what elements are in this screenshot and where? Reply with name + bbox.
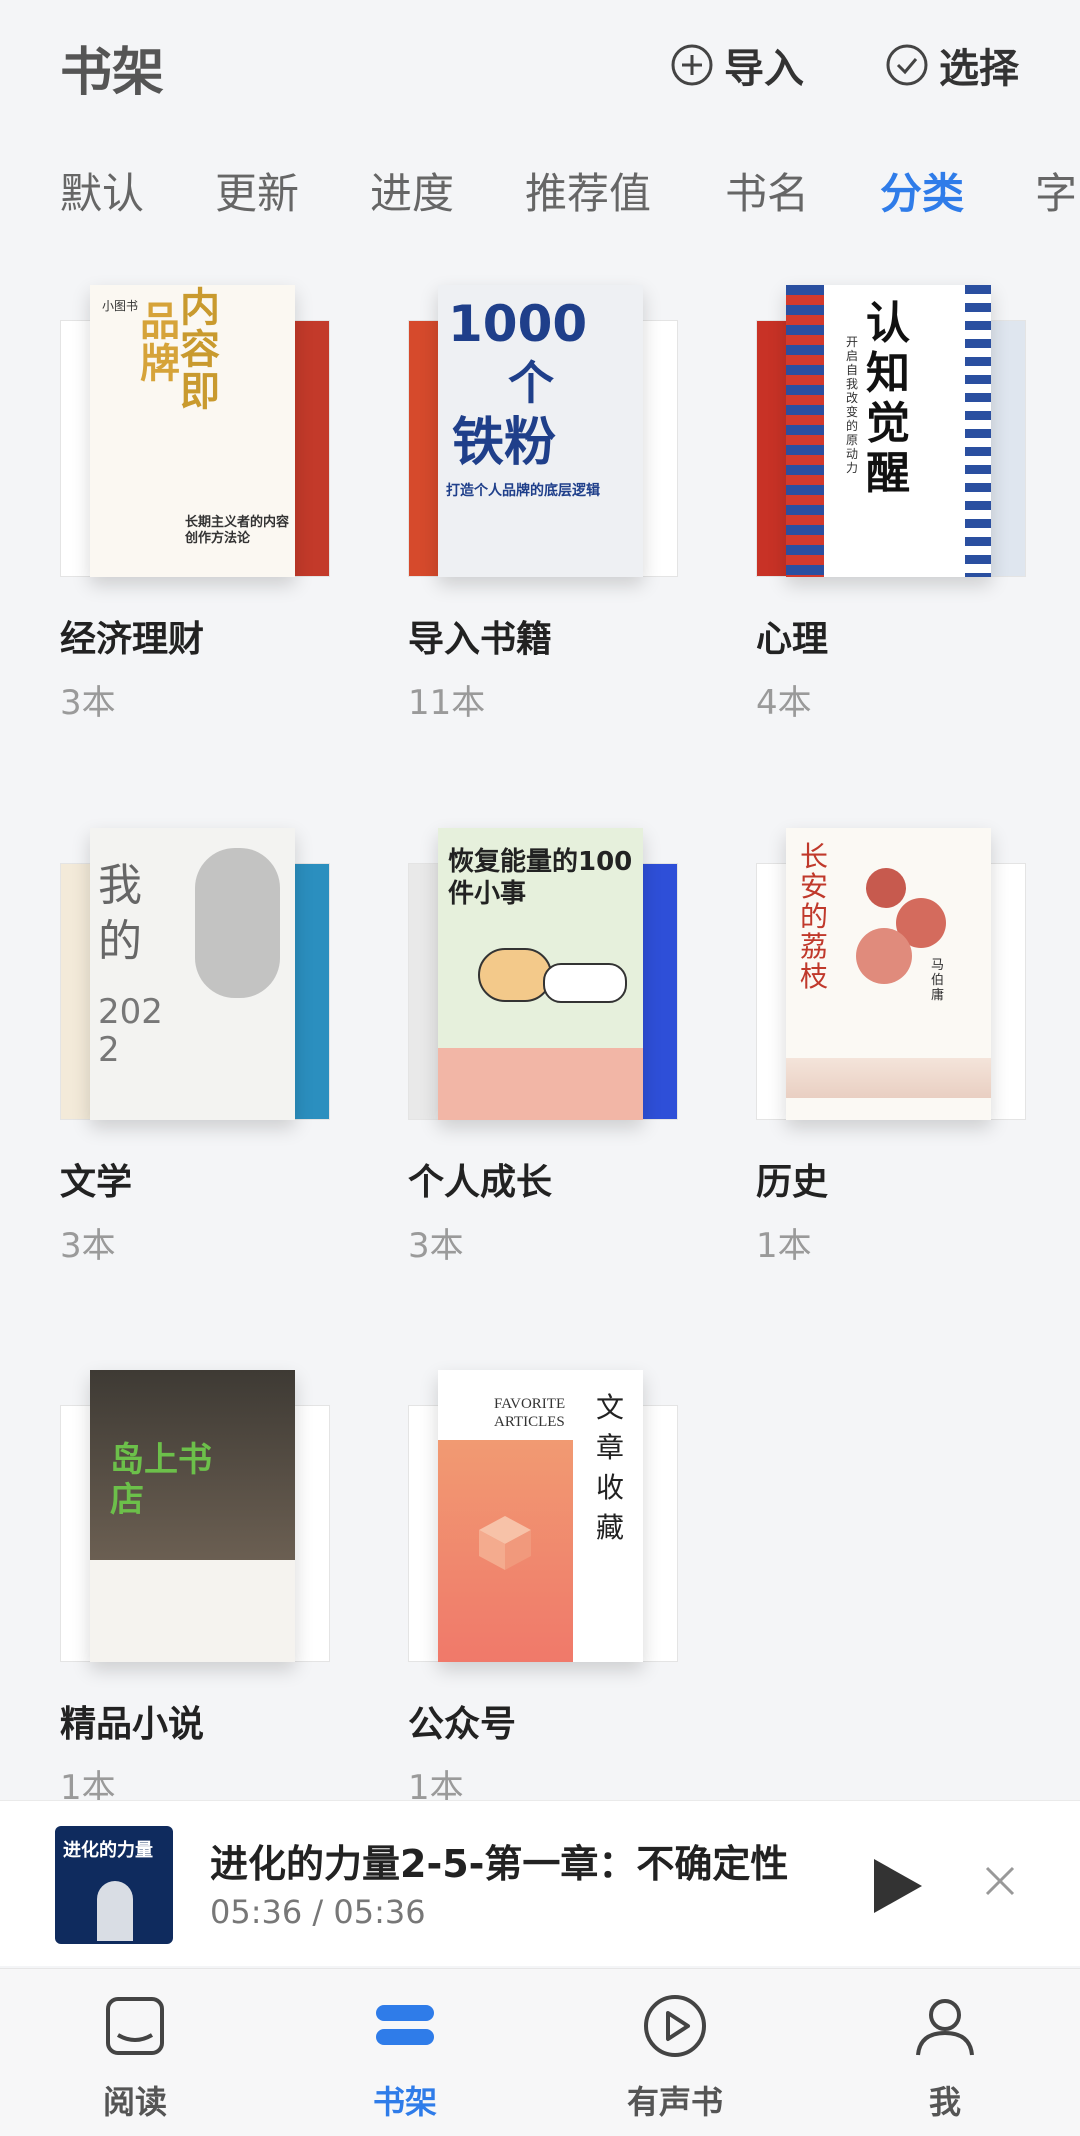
person-icon [916, 1999, 974, 2056]
category-count: 3本 [408, 1226, 464, 1266]
category-count: 1本 [756, 1226, 812, 1266]
category-name: 个人成长 [408, 1162, 553, 1203]
category-item-psychology[interactable]: 认知觉醒 开启自我改变的原动力 心理 4本 [756, 285, 1026, 725]
import-label: 导入 [724, 46, 804, 92]
sort-tab-updated[interactable]: 更新 [215, 160, 299, 221]
category-name: 公众号 [408, 1704, 517, 1745]
sort-tab-recommend[interactable]: 推荐值 [525, 160, 651, 221]
tab-bookshelf[interactable]: 书架 [305, 1969, 505, 2136]
book-cover: 我的 2022 [90, 828, 295, 1120]
tab-label: 阅读 [102, 2083, 167, 2121]
sort-tabs: 默认 更新 进度 推荐值 书名 分类 字 [0, 150, 1080, 230]
book-cover: 认知觉醒 开启自我改变的原动力 [786, 285, 991, 577]
sort-tab-title[interactable]: 书名 [725, 160, 809, 221]
book-cover: 岛上书店 [90, 1370, 295, 1662]
select-label: 选择 [939, 46, 1019, 92]
audio-thumbnail: 进化的力量 [55, 1826, 173, 1944]
book-cover: 1000 个 铁粉 打造个人品牌的底层逻辑 [438, 285, 643, 577]
category-item-literature[interactable]: 我的 2022 文学 3本 [60, 828, 330, 1268]
category-count: 3本 [60, 1226, 116, 1266]
category-item-imported[interactable]: 1000 个 铁粉 打造个人品牌的底层逻辑 导入书籍 11本 [408, 285, 678, 725]
cover-stack: 恢复能量的100件小事 [408, 828, 678, 1128]
category-item-growth[interactable]: 恢复能量的100件小事 个人成长 3本 [408, 828, 678, 1268]
sort-tab-word[interactable]: 字 [1035, 160, 1077, 221]
play-circle-icon [644, 1995, 706, 2057]
bookshelf-icon [376, 2005, 434, 2045]
book-cover: 小图书 内容即 品牌 长期主义者的内容创作方法论 [90, 285, 295, 577]
cube-icon [479, 1516, 531, 1570]
import-button[interactable]: 导入 [670, 40, 804, 92]
cover-stack: 长安的荔枝 马伯庸 [756, 828, 1026, 1128]
plus-circle-icon [671, 44, 713, 86]
category-name: 文学 [60, 1162, 133, 1203]
check-circle-icon [886, 44, 928, 86]
tab-label: 有声书 [626, 2083, 723, 2121]
category-item-history[interactable]: 长安的荔枝 马伯庸 历史 1本 [756, 828, 1026, 1268]
player-title: 进化的力量2-5-第一章：不确定性 [210, 1842, 789, 1886]
page-title: 书架 [60, 43, 165, 103]
category-name: 导入书籍 [408, 619, 553, 660]
tab-label: 书架 [372, 2083, 437, 2121]
tab-read[interactable]: 阅读 [35, 1969, 235, 2136]
cover-stack: 认知觉醒 开启自我改变的原动力 [756, 285, 1026, 585]
category-count: 3本 [60, 683, 116, 723]
player-time: 05:36 / 05:36 [210, 1893, 426, 1931]
cover-stack: FAVORITE ARTICLES 文章收藏 [408, 1370, 678, 1670]
category-name: 经济理财 [60, 619, 205, 660]
category-item-fiction[interactable]: 岛上书店 精品小说 1本 [60, 1370, 330, 1810]
sort-tab-category[interactable]: 分类 [880, 160, 964, 221]
category-count: 11本 [408, 683, 486, 723]
book-cover: FAVORITE ARTICLES 文章收藏 [438, 1370, 643, 1662]
category-item-finance[interactable]: 小图书 内容即 品牌 长期主义者的内容创作方法论 经济理财 3本 [60, 285, 330, 725]
cover-stack: 岛上书店 [60, 1370, 330, 1670]
book-cover: 恢复能量的100件小事 [438, 828, 643, 1120]
category-name: 心理 [756, 619, 829, 660]
close-icon[interactable] [975, 1856, 1025, 1906]
sort-tab-progress[interactable]: 进度 [370, 160, 454, 221]
category-count: 4本 [756, 683, 812, 723]
tab-audiobook[interactable]: 有声书 [575, 1969, 775, 2136]
cover-stack: 我的 2022 [60, 828, 330, 1128]
book-open-icon [106, 1997, 164, 2055]
tab-me[interactable]: 我 [845, 1969, 1045, 2136]
category-name: 历史 [756, 1162, 829, 1203]
category-name: 精品小说 [60, 1704, 205, 1745]
category-item-official-account[interactable]: FAVORITE ARTICLES 文章收藏 公众号 1本 [408, 1370, 678, 1810]
cover-stack: 1000 个 铁粉 打造个人品牌的底层逻辑 [408, 285, 678, 585]
select-button[interactable]: 选择 [885, 40, 1019, 92]
play-icon[interactable] [860, 1851, 930, 1921]
tab-label: 我 [928, 2083, 961, 2121]
book-cover: 长安的荔枝 马伯庸 [786, 828, 991, 1120]
mini-player[interactable]: 进化的力量 进化的力量2-5-第一章：不确定性 05:36 / 05:36 [0, 1800, 1080, 1966]
bottom-tab-bar: 阅读 书架 有声书 我 [0, 1968, 1080, 2136]
sort-tab-default[interactable]: 默认 [60, 160, 144, 221]
cover-stack: 小图书 内容即 品牌 长期主义者的内容创作方法论 [60, 285, 330, 585]
header: 书架 导入 选择 [0, 0, 1080, 140]
